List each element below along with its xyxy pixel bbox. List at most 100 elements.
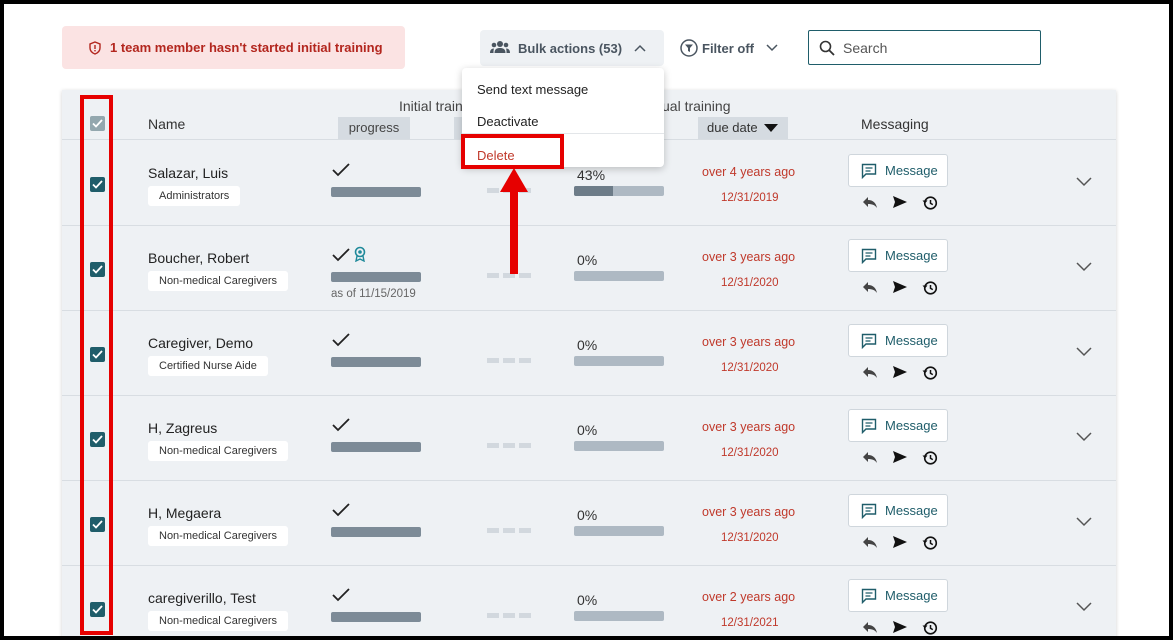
reply-icon[interactable] [862,450,878,466]
award-ribbon-icon [353,246,367,262]
due-date: 12/31/2020 [721,532,779,544]
initial-progress-bar [331,612,421,622]
due-date: 12/31/2020 [721,447,779,459]
send-icon[interactable] [892,280,908,296]
member-name[interactable]: Caregiver, Demo [148,335,253,351]
message-button[interactable]: Message [848,324,948,357]
training-alert[interactable]: 1 team member hasn't started initial tra… [62,26,405,69]
overdue-text: over 3 years ago [702,505,796,519]
annual-progress-bar [574,526,664,536]
status-placeholder [487,613,499,618]
sort-desc-icon [764,124,778,132]
bulk-actions-button[interactable]: Bulk actions (53) [480,30,664,66]
status-placeholder [503,358,515,363]
send-icon[interactable] [892,620,908,636]
shield-warning-icon [88,40,102,55]
message-button[interactable]: Message [848,154,948,187]
table-row[interactable]: H, Megaera Non-medical Caregivers 0% over 3… [62,481,1116,566]
message-actions [862,365,938,381]
send-icon[interactable] [892,195,908,211]
annual-progress-fill [574,186,613,196]
chat-icon [861,248,877,264]
message-button[interactable]: Message [848,579,948,612]
checkmark-icon [332,503,350,517]
message-actions [862,450,938,466]
history-icon[interactable] [922,195,938,211]
member-name[interactable]: caregiverillo, Test [148,590,256,606]
expand-chevron-icon[interactable] [1076,602,1092,612]
history-icon[interactable] [922,280,938,296]
header-initial-training: Initial train [399,98,463,114]
annual-percent: 0% [577,337,598,353]
send-icon[interactable] [892,365,908,381]
chat-icon [861,333,877,349]
annual-progress-bar [574,356,664,366]
expand-chevron-icon[interactable] [1076,177,1092,187]
annual-progress-bar [574,611,664,621]
reply-icon[interactable] [862,195,878,211]
reply-icon[interactable] [862,620,878,636]
history-icon[interactable] [922,620,938,636]
header-progress[interactable]: progress [338,117,410,139]
annual-percent: 43% [577,167,606,183]
history-icon[interactable] [922,365,938,381]
message-button[interactable]: Message [848,494,948,527]
member-name[interactable]: H, Megaera [148,505,221,521]
history-icon[interactable] [922,535,938,551]
overdue-text: over 3 years ago [702,250,796,264]
chevron-up-icon [634,44,646,52]
table-row[interactable]: H, Zagreus Non-medical Caregivers 0% over 3… [62,396,1116,481]
header-due-date[interactable]: due date [698,117,788,139]
expand-chevron-icon[interactable] [1076,262,1092,272]
header-messaging: Messaging [861,116,929,132]
member-name[interactable]: Salazar, Luis [148,165,228,181]
checkmark-icon [332,248,350,262]
completion-date: as of 11/15/2019 [331,288,416,300]
search-box[interactable] [808,30,1041,65]
menu-item-deactivate[interactable]: Deactivate [477,114,538,129]
member-name[interactable]: Boucher, Robert [148,250,249,266]
status-placeholder [519,528,531,533]
app-frame: 1 team member hasn't started initial tra… [4,4,1169,636]
reply-icon[interactable] [862,280,878,296]
menu-item-send-text[interactable]: Send text message [477,82,588,97]
initial-progress-bar [331,442,421,452]
send-icon[interactable] [892,450,908,466]
history-icon[interactable] [922,450,938,466]
reply-icon[interactable] [862,535,878,551]
expand-chevron-icon[interactable] [1076,517,1092,527]
message-button-label: Message [885,163,938,178]
message-actions [862,535,938,551]
expand-chevron-icon[interactable] [1076,347,1092,357]
annual-percent: 0% [577,507,598,523]
overdue-text: over 3 years ago [702,420,796,434]
member-name[interactable]: H, Zagreus [148,420,217,436]
reply-icon[interactable] [862,365,878,381]
table-row[interactable]: Caregiver, Demo Certified Nurse Aide 0% ove… [62,311,1116,396]
message-button-label: Message [885,503,938,518]
annual-percent: 0% [577,252,598,268]
search-input[interactable] [843,39,1033,56]
checkmark-icon [332,333,350,347]
checkmark-icon [332,163,350,177]
checkmark-icon [332,418,350,432]
expand-chevron-icon[interactable] [1076,432,1092,442]
due-date: 12/31/2020 [721,277,779,289]
filter-toggle[interactable]: Filter off [680,37,778,59]
message-button-label: Message [885,588,938,603]
table-row[interactable]: caregiverillo, Test Non-medical Caregiver… [62,566,1116,636]
role-badge: Certified Nurse Aide [148,356,268,376]
initial-progress-bar [331,527,421,537]
table-row[interactable]: Boucher, Robert Non-medical Caregivers as … [62,226,1116,311]
team-table: Name Initial train ual training progress… [62,90,1116,636]
send-icon[interactable] [892,535,908,551]
status-placeholder [487,443,499,448]
message-button[interactable]: Message [848,239,948,272]
initial-progress-bar [331,357,421,367]
role-badge: Non-medical Caregivers [148,611,288,631]
initial-progress-bar [331,187,421,197]
message-button[interactable]: Message [848,409,948,442]
status-placeholder [503,613,515,618]
header-name[interactable]: Name [148,116,185,132]
checkbox-column-highlight [80,95,113,635]
